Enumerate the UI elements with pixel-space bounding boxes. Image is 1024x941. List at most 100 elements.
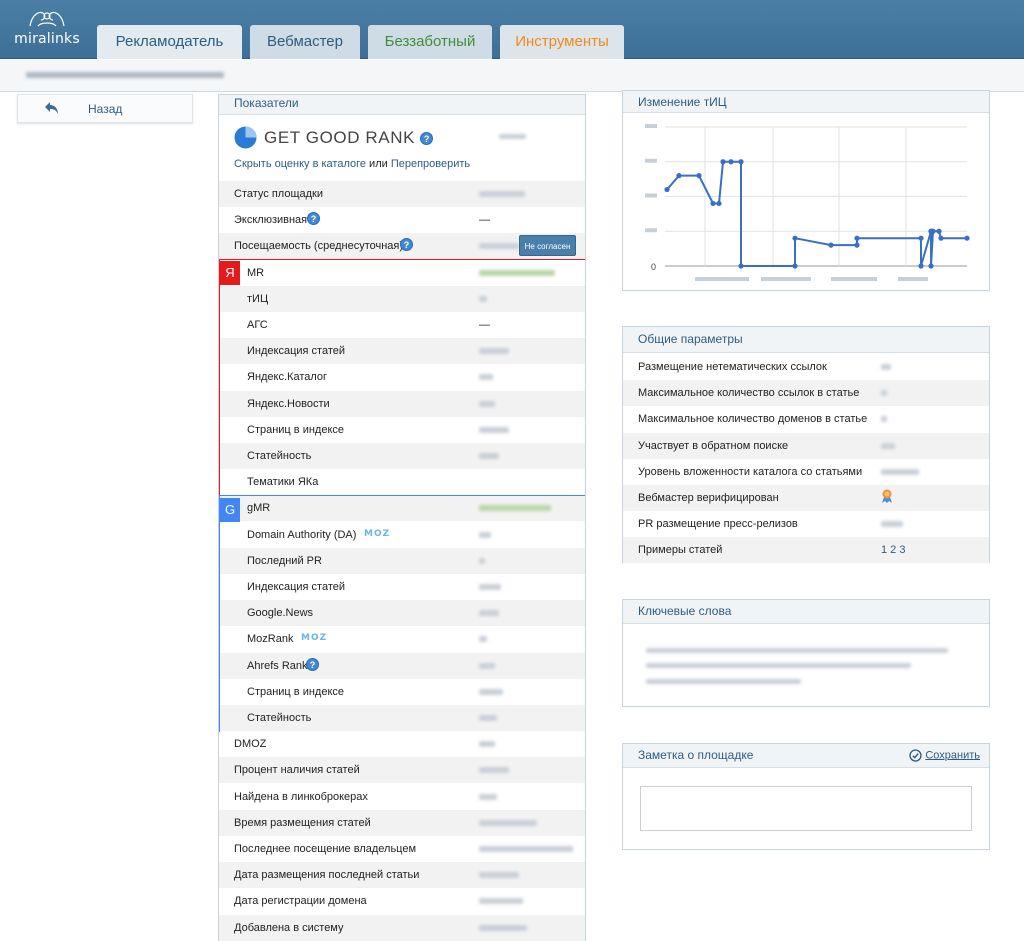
indicator-label: Google.News (247, 607, 314, 620)
tic-line (666, 160, 967, 267)
redacted-value (881, 468, 919, 475)
redacted-value (479, 505, 551, 512)
disagree-button[interactable]: Не согласен (519, 235, 576, 257)
indicator-value (479, 293, 487, 305)
tab-webmaster[interactable]: Вебмастер (250, 25, 360, 59)
redacted-value (479, 557, 485, 564)
param-value (881, 440, 895, 452)
indicator-value (479, 791, 497, 803)
back-arrow-icon (45, 102, 58, 114)
tic-point (964, 235, 970, 241)
redacted-value (479, 688, 503, 695)
y-tick-zero: 0 (651, 262, 656, 272)
redacted-value (479, 584, 501, 591)
indicator-row-yaca-topics: Тематики ЯКа (219, 469, 585, 495)
site-note-textarea[interactable] (640, 786, 972, 831)
links-separator: или (366, 158, 391, 170)
redacted-value (881, 390, 887, 397)
recheck-link[interactable]: Перепроверить (391, 158, 470, 170)
tic-point (930, 228, 936, 234)
indicators-title: Показатели (219, 95, 585, 115)
indicator-row-yandex-news: Яндекс.Новости (219, 390, 585, 417)
keywords-title: Ключевые слова (623, 600, 989, 624)
redacted-value (479, 636, 487, 643)
tic-point (854, 235, 860, 241)
indicator-row-domain-registration-date: Дата регистрации домена (219, 888, 585, 914)
indicator-row-traffic: Посещаемость (среднесуточная)? Не согласе… (219, 233, 585, 260)
indicator-label: Статейность (247, 712, 312, 724)
indicator-label: Тематики ЯКа (247, 476, 319, 489)
logo-hands-icon (29, 11, 65, 27)
param-row-max-domains-per-article: Максимальное количество доменов в статье (623, 406, 989, 432)
redacted-value (881, 416, 887, 423)
keywords-panel: Ключевые слова (622, 599, 990, 707)
redacted-keywords-line (646, 648, 948, 653)
indicator-value (479, 764, 509, 776)
redacted-value (479, 767, 509, 774)
indicator-value (479, 398, 495, 410)
indicator-row-added-to-system: Добавлена в систему (219, 914, 585, 941)
hide-rating-link[interactable]: Скрыть оценку в каталоге (234, 158, 366, 170)
sub-header-bar (0, 60, 1024, 92)
indicator-row-google-article-count: Статейность (219, 705, 585, 731)
tic-point (936, 228, 942, 234)
redacted-value (479, 531, 491, 538)
redacted-value (479, 872, 519, 879)
param-row-catalog-depth: Уровень вложенности каталога со статьями (623, 459, 989, 485)
indicator-row-domain-authority: Domain Authority (DA) MOZ (219, 522, 585, 548)
redacted-value (479, 348, 509, 355)
indicator-label: MozRank (247, 633, 294, 646)
redacted-y-tick (645, 158, 657, 163)
general-params-title: Общие параметры (623, 327, 989, 353)
get-good-rank-title: GET GOOD RANK ? (264, 128, 434, 148)
param-value (881, 466, 919, 478)
indicator-value (479, 267, 555, 279)
indicator-label: тИЦ (247, 292, 269, 305)
indicator-value (479, 371, 493, 383)
google-badge: G (220, 498, 240, 522)
param-value (881, 518, 903, 530)
indicator-value: — (479, 319, 490, 331)
top-navigation-bar: miralinks Рекламодатель Вебмастер Беззаб… (0, 0, 1024, 59)
redacted-value (479, 662, 495, 669)
help-icon[interactable]: ? (306, 657, 319, 671)
redacted-x-tick (898, 277, 928, 281)
indicator-row-mozrank: MozRank MOZ (219, 626, 585, 652)
indicator-value (479, 450, 499, 462)
check-circle-icon (909, 749, 922, 762)
tab-carefree[interactable]: Беззаботный (368, 25, 492, 59)
indicator-row-mr: MR (219, 260, 585, 286)
indicator-label: Страниц в индексе (247, 423, 345, 436)
redacted-value (479, 191, 525, 198)
indicator-label: Время размещения статей (234, 816, 371, 829)
tab-advertiser[interactable]: Рекламодатель (97, 25, 242, 59)
redacted-value (479, 295, 487, 302)
indicator-row-dmoz: DMOZ (219, 731, 585, 757)
param-value (881, 361, 891, 373)
tic-chart: 0 (645, 124, 970, 281)
help-icon[interactable]: ? (400, 238, 413, 252)
indicator-row-owner-last-visit: Последнее посещение владельцем (219, 836, 585, 862)
miralinks-logo[interactable]: miralinks (12, 6, 82, 56)
indicator-label: Последний PR (247, 554, 322, 567)
param-value (881, 387, 887, 399)
save-note-link[interactable]: Сохранить (909, 749, 980, 762)
indicator-value (479, 895, 523, 907)
redacted-value (881, 364, 891, 371)
param-value[interactable]: 1 2 3 (881, 544, 905, 556)
indicator-row-google-pages-in-index: Страниц в индексе (219, 679, 585, 705)
help-icon[interactable]: ? (420, 132, 434, 146)
redacted-value (479, 269, 555, 276)
param-row-press-release-pr: PR размещение пресс-релизов (623, 511, 989, 537)
redacted-value (479, 819, 537, 826)
indicator-value (479, 529, 491, 541)
redacted-y-tick (645, 193, 657, 198)
param-label: Максимальное количество ссылок в статье (638, 387, 860, 400)
param-row-webmaster-verified: Вебмастер верифицирован (623, 485, 989, 511)
tab-tools[interactable]: Инструменты (500, 25, 624, 59)
indicator-label: Эксклюзивная (234, 214, 308, 227)
general-params-panel: Общие параметры Размещение нетематически… (622, 326, 990, 564)
param-label: PR размещение пресс-релизов (638, 518, 798, 531)
back-button[interactable]: Назад (17, 94, 193, 123)
help-icon[interactable]: ? (307, 212, 320, 226)
